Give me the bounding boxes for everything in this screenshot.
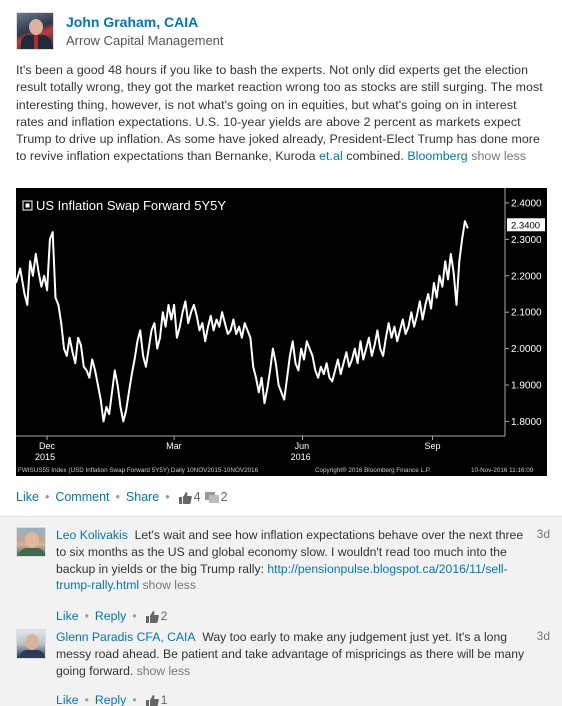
chart-footer-mid: Copyright® 2016 Bloomberg Finance L.P. [315,466,431,474]
y-tick-label: 2.2000 [511,271,542,282]
x-tick-label: Dec [39,441,56,451]
y-tick-label: 1.9000 [511,381,542,392]
link-bloomberg[interactable]: Bloomberg [407,149,467,163]
comment-date: 3d [536,527,550,541]
thumbs-up-icon [145,694,159,706]
post-actions: Like • Comment • Share • 4 2 [16,490,228,504]
comment-date: 3d [536,629,550,643]
link-etal[interactable]: et.al [319,149,343,163]
last-value-label: 2.3400 [511,220,540,231]
x-tick-sublabel: 2016 [291,452,311,462]
x-tick-label: Mar [166,441,182,451]
author-info: John Graham, CAIA Arrow Capital Manageme… [66,12,224,52]
comment-reply-button[interactable]: Reply [95,609,126,623]
y-tick-label: 2.3000 [511,235,542,246]
x-tick-sublabel: 2015 [35,452,55,462]
x-tick-label: Jun [295,441,310,451]
author-avatar[interactable] [16,12,54,50]
thumbs-up-icon [145,610,159,623]
y-tick-label: 2.4000 [511,198,542,209]
y-tick-label: 2.0000 [511,344,542,355]
comment-button[interactable]: Comment [55,490,109,504]
chart-title: US Inflation Swap Forward 5Y5Y [36,198,226,213]
thumbs-up-icon [178,491,192,504]
comment-body: Glenn Paradis CFA, CAIA Way too early to… [56,629,526,679]
post-text-after: combined. [342,149,408,164]
x-tick-label: Sep [424,441,440,451]
author-company: Arrow Capital Management [66,33,224,48]
comments-section: Leo Kolivakis Let's wait and see how inf… [0,516,562,706]
chart-image[interactable]: US Inflation Swap Forward 5Y5Y 2.4000 2.3… [16,188,547,476]
comment-like-button[interactable]: Like [56,693,79,706]
post-header: John Graham, CAIA Arrow Capital Manageme… [16,12,224,52]
show-less-link[interactable]: show less [471,149,526,163]
comment-likes-count[interactable]: 1 [145,693,167,706]
commenter-avatar[interactable] [16,629,46,659]
comment-like-button[interactable]: Like [56,609,79,623]
chart-svg: US Inflation Swap Forward 5Y5Y 2.4000 2.3… [16,188,547,476]
y-tick-label: 2.1000 [511,308,542,319]
comment-bubble-icon [204,491,219,503]
like-button[interactable]: Like [16,490,39,504]
comment-actions: Like • Reply • 2 [56,609,168,623]
comment-actions: Like • Reply • 1 [56,693,168,706]
comment-body: Leo Kolivakis Let's wait and see how inf… [56,527,526,594]
comments-count[interactable]: 2 [204,490,228,504]
post-body: It's been a good 48 hours if you like to… [16,62,546,166]
likes-count[interactable]: 4 [178,490,201,504]
commenter-name[interactable]: Leo Kolivakis [56,528,128,542]
comment-likes-count[interactable]: 2 [145,609,167,623]
commenter-avatar[interactable] [16,527,46,557]
comment-show-less[interactable]: show less [142,578,196,592]
y-tick-label: 1.8000 [511,417,542,428]
share-button[interactable]: Share [126,490,159,504]
comment: Leo Kolivakis Let's wait and see how inf… [16,527,550,627]
comment-reply-button[interactable]: Reply [95,693,126,706]
chart-footer-right: 10-Nov-2016 11:16:09 [471,467,534,474]
author-name[interactable]: John Graham, CAIA [66,14,224,30]
comment-show-less[interactable]: show less [137,664,191,678]
commenter-name[interactable]: Glenn Paradis CFA, CAIA [56,630,196,644]
chart-footer-left: FWISUS55 Index (USD Inflation Swap Forwa… [18,467,259,474]
comment: Glenn Paradis CFA, CAIA Way too early to… [16,629,550,706]
